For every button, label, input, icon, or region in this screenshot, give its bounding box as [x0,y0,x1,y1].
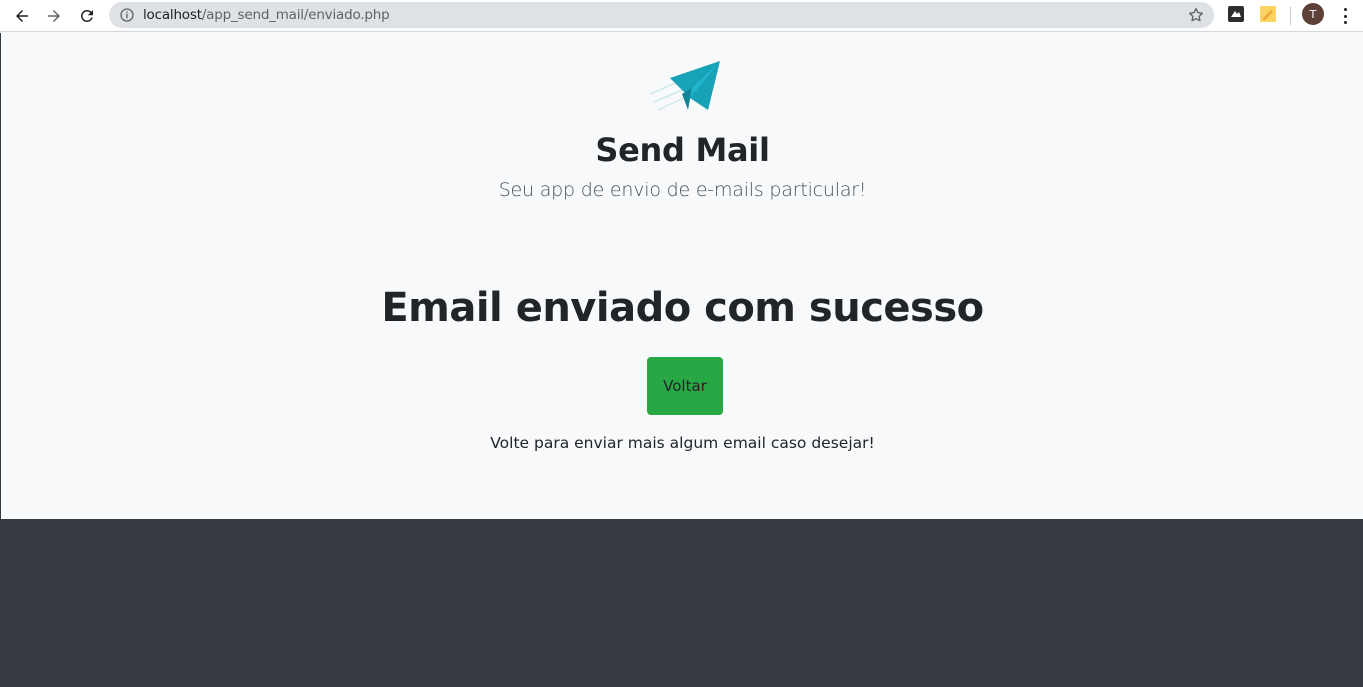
back-link-button[interactable]: Voltar [647,357,723,415]
footer [0,519,1363,687]
forward-button[interactable] [41,3,67,29]
success-heading: Email enviado com sucesso [381,285,984,331]
reload-button[interactable] [74,3,100,29]
app-title: Send Mail [595,131,770,169]
extension-icon[interactable] [1227,5,1245,23]
back-button[interactable] [9,3,35,29]
star-icon[interactable] [1187,6,1205,24]
reload-icon [80,9,93,22]
url-host: localhost [143,7,202,23]
toolbar-separator [1290,7,1291,25]
back-arrow-icon [16,10,28,22]
forward-arrow-icon [48,10,60,22]
app-subtitle: Seu app de envio de e-mails particular! [498,179,867,201]
url-text: localhost/app_send_mail/enviado.php [143,7,390,23]
paper-plane-icon [649,61,720,111]
profile-avatar[interactable]: T [1302,3,1324,25]
url-path: /app_send_mail/enviado.php [201,7,390,23]
info-icon[interactable] [119,7,135,23]
address-bar[interactable]: localhost/app_send_mail/enviado.php [109,2,1214,28]
page-content: Send Mail Seu app de envio de e-mails pa… [0,33,1363,519]
notes-extension-icon[interactable] [1259,5,1277,23]
menu-dots-icon[interactable] [1337,5,1353,27]
hint-text: Volte para enviar mais algum email caso … [490,434,875,452]
browser-toolbar: localhost/app_send_mail/enviado.php T [0,0,1363,32]
